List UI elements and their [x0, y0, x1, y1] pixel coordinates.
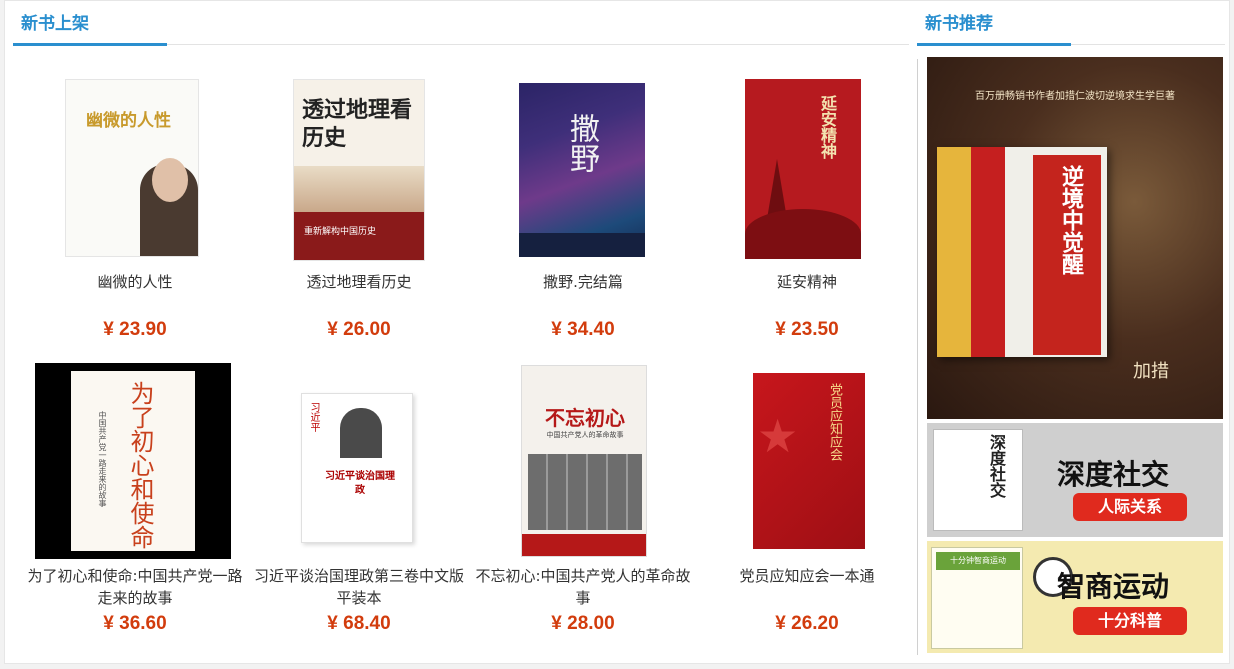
cover-title: 不忘初心	[545, 406, 625, 430]
ad-book-cover: 深度社交	[933, 429, 1023, 531]
cover-title: 幽微的人性	[86, 111, 171, 131]
ad-headline: 百万册畅销书作者加措仁波切逆境求生学巨著	[975, 91, 1175, 102]
book-cover[interactable]: 透过地理看历史 重新解构中国历史	[293, 79, 425, 261]
book-card[interactable]: 习近平 习近平谈治国理政 习近平谈治国理政第三卷中文版平装本 ¥ 68.40	[247, 359, 471, 649]
book-price: ¥ 36.60	[103, 613, 167, 634]
recommend-title-underline	[917, 43, 1071, 46]
cover-band	[519, 233, 645, 257]
ad-subtitle-badge: 人际关系	[1073, 493, 1187, 521]
recommend-ad-iq[interactable]: 十分钟智商运动 智商运动 十分科普	[927, 541, 1223, 653]
ad-title: 深度社交	[1057, 459, 1170, 490]
book-card[interactable]: 撒野 撒野.完结篇 ¥ 34.40	[471, 59, 695, 349]
cover-hills	[745, 209, 861, 259]
cover-title: 撒野	[564, 113, 599, 173]
book-title[interactable]: 党员应知应会一本通	[695, 565, 919, 587]
cover-band	[522, 534, 646, 556]
book-cover[interactable]: 不忘初心 中国共产党人的革命故事	[521, 365, 647, 557]
cover-title: 透过地理看历史	[302, 97, 413, 151]
book-price: ¥ 23.90	[103, 319, 167, 340]
ad-book-cover: 十分钟智商运动	[931, 547, 1023, 649]
book-cover[interactable]: 习近平 习近平谈治国理政	[301, 393, 413, 543]
book-title[interactable]: 为了初心和使命:中国共产党一路走来的故事	[23, 565, 247, 609]
book-card[interactable]: 党员应知应会 ★ 党员应知应会一本通 ¥ 26.20	[695, 359, 919, 649]
cover-title: 延安精神	[818, 95, 837, 159]
cover-star-icon: ★	[757, 409, 799, 463]
book-price: ¥ 26.00	[327, 319, 391, 340]
book-price: ¥ 26.20	[775, 613, 839, 634]
book-card[interactable]: 幽微的人性 幽微的人性 ¥ 23.90	[23, 59, 247, 349]
ad-title: 逆境中觉醒	[1058, 165, 1084, 275]
book-card[interactable]: 为了初心和使命 中国共产党一路走来的故事 为了初心和使命:中国共产党一路走来的故…	[23, 359, 247, 649]
book-cover[interactable]: 党员应知应会 ★	[753, 373, 865, 549]
ad-subtitle-badge: 十分科普	[1073, 607, 1187, 635]
cover-author: 习近平	[308, 402, 319, 432]
book-cover[interactable]: 延安精神	[745, 79, 861, 259]
new-books-title-underline	[13, 43, 167, 46]
ad-cover-title: 十分钟智商运动	[936, 552, 1020, 570]
book-cover[interactable]: 幽微的人性	[65, 79, 199, 257]
cover-map	[294, 166, 424, 212]
book-price: ¥ 34.40	[551, 319, 615, 340]
book-title[interactable]: 撒野.完结篇	[471, 271, 695, 293]
book-cover[interactable]: 撒野	[519, 83, 645, 257]
book-title[interactable]: 延安精神	[695, 271, 919, 293]
cover-title: 习近平谈治国理政	[325, 471, 395, 496]
cover-subtitle: 重新解构中国历史	[304, 227, 377, 237]
cover-subtitle: 中国共产党人的革命故事	[546, 431, 624, 439]
book-cover[interactable]: 为了初心和使命 中国共产党一路走来的故事	[35, 363, 231, 559]
ad-cover-title: 深度社交	[987, 434, 1006, 498]
recommend-header: 新书推荐	[917, 1, 1225, 46]
book-price: ¥ 68.40	[327, 613, 391, 634]
recommend-ad-banner[interactable]: 百万册畅销书作者加措仁波切逆境求生学巨著 逆境中觉醒 加措	[927, 57, 1223, 419]
recommend-title: 新书推荐	[925, 14, 993, 34]
book-title[interactable]: 透过地理看历史	[247, 271, 471, 293]
book-card[interactable]: 透过地理看历史 重新解构中国历史 透过地理看历史 ¥ 26.00	[247, 59, 471, 349]
ad-book-stack: 逆境中觉醒	[937, 147, 1107, 357]
book-price: ¥ 23.50	[775, 319, 839, 340]
book-title[interactable]: 不忘初心:中国共产党人的革命故事	[471, 565, 695, 609]
cover-portrait	[340, 408, 382, 458]
cover-title: 为了初心和使命	[126, 381, 154, 549]
cover-portraits	[528, 454, 642, 530]
book-price: ¥ 28.00	[551, 613, 615, 634]
cover-book: 为了初心和使命 中国共产党一路走来的故事	[71, 371, 195, 551]
ad-title: 智商运动	[1057, 571, 1170, 602]
cover-subtitle: 中国共产党一路走来的故事	[98, 411, 107, 507]
recommend-ad-social[interactable]: 深度社交 深度社交 人际关系	[927, 423, 1223, 537]
ad-author: 加措	[1133, 361, 1169, 382]
new-books-header: 新书上架	[13, 1, 909, 46]
cover-portrait-face	[152, 158, 188, 202]
page-frame: 新书上架 新书推荐 幽微的人性 幽微的人性 ¥ 23.90 透过地理看历史 重新…	[4, 0, 1230, 664]
book-card[interactable]: 不忘初心 中国共产党人的革命故事 不忘初心:中国共产党人的革命故事 ¥ 28.0…	[471, 359, 695, 649]
book-title[interactable]: 幽微的人性	[23, 271, 247, 293]
book-title[interactable]: 习近平谈治国理政第三卷中文版平装本	[247, 565, 471, 609]
book-card[interactable]: 延安精神 延安精神 ¥ 23.50	[695, 59, 919, 349]
new-books-title: 新书上架	[21, 14, 89, 34]
cover-title: 党员应知应会	[827, 383, 842, 461]
